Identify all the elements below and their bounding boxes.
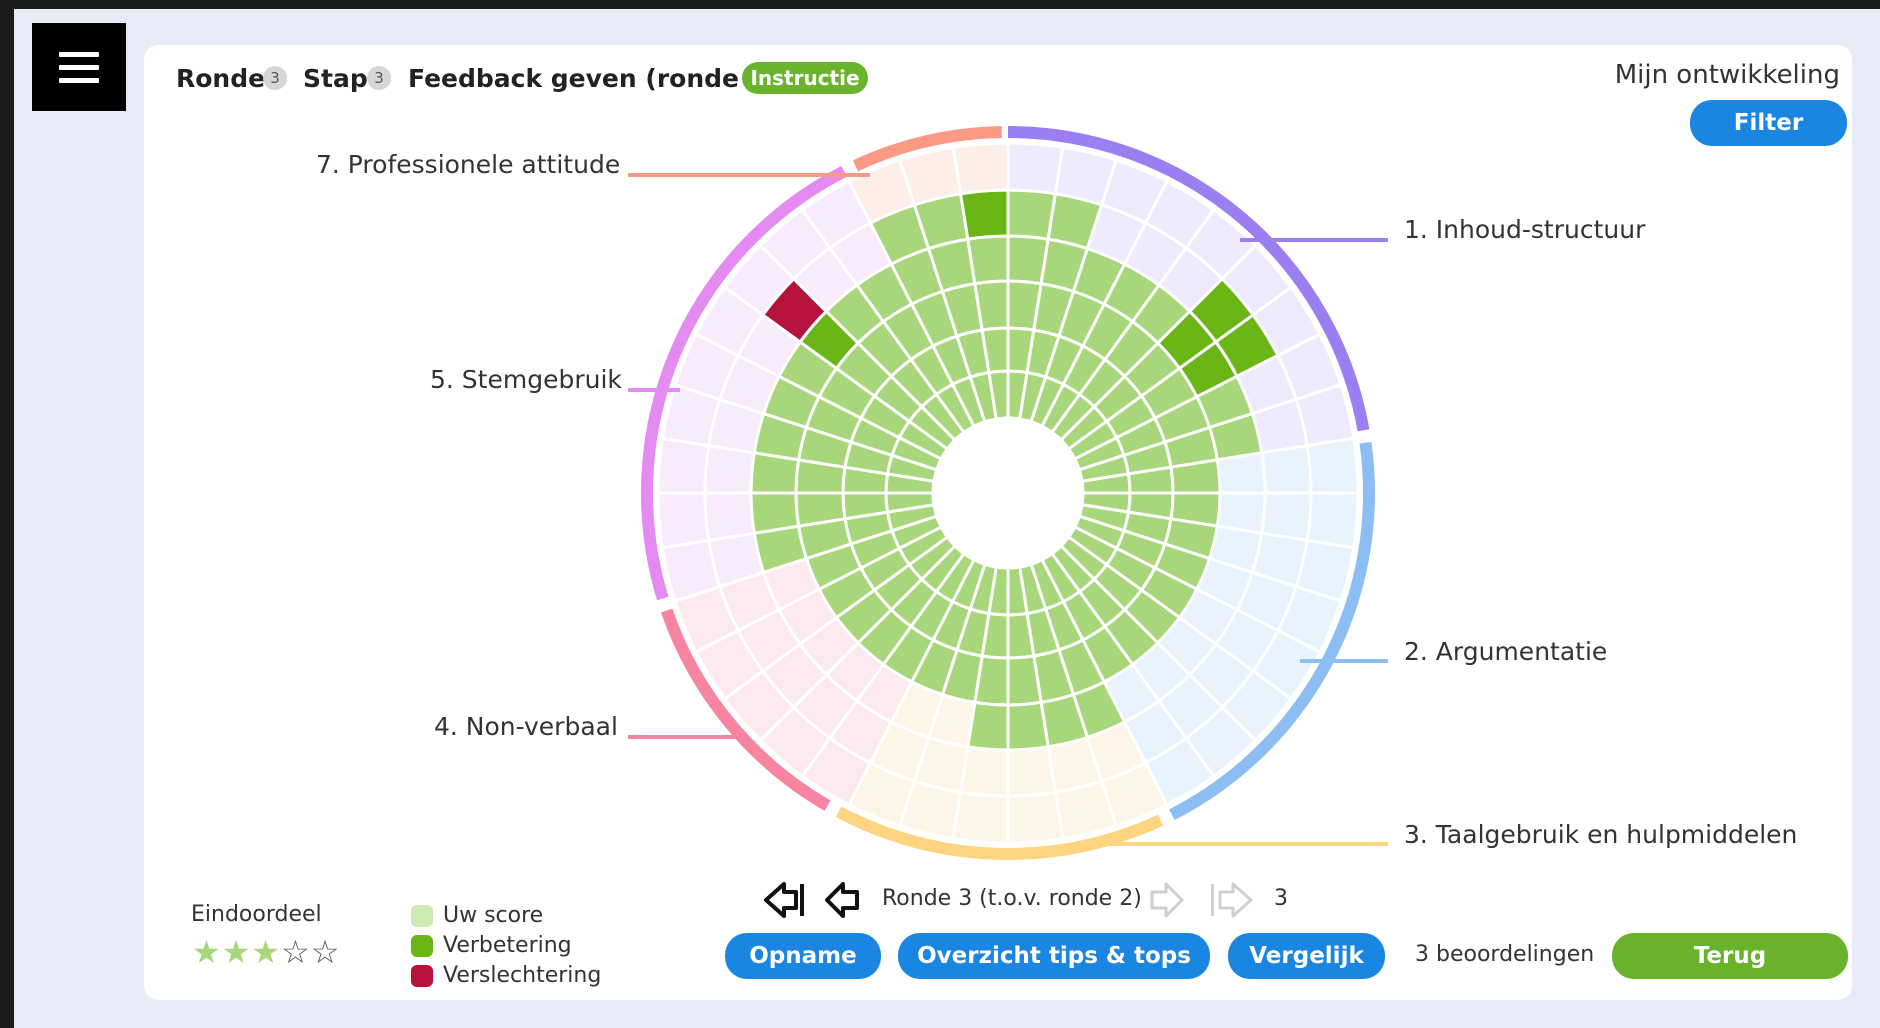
star-filled-icon: ★ <box>192 933 222 971</box>
wheel-cell <box>1260 443 1313 495</box>
legend-label-improvement: Verbetering <box>443 933 572 958</box>
category-label-non-verbaal: 4. Non-verbaal <box>434 712 618 741</box>
wheel-cell <box>951 141 1010 196</box>
wheel-cell <box>973 279 1010 332</box>
wheel-cell <box>1006 700 1050 752</box>
wheel-cell <box>1006 790 1065 845</box>
round-text: Ronde 3 (t.o.v. ronde 2) <box>882 886 1142 911</box>
wheel-cell <box>1006 745 1058 798</box>
arrow-first-icon[interactable] <box>762 880 808 920</box>
wheel-cell <box>1169 458 1222 495</box>
wheel-cell <box>1006 141 1065 196</box>
wheel-cell <box>794 491 847 528</box>
ratings-count: 3 beoordelingen <box>1415 942 1595 967</box>
wheel-cell <box>749 491 801 535</box>
wheel-cell <box>703 491 756 543</box>
overview-tips-tops-button[interactable]: Overzicht tips & tops <box>898 933 1210 979</box>
category-label-professionele-attitude: 7. Professionele attitude <box>316 150 621 179</box>
wheel-cell <box>966 234 1010 286</box>
wheel-cell <box>656 436 711 495</box>
wheel-cell <box>1305 436 1360 495</box>
arrow-right-icon[interactable] <box>1146 880 1186 920</box>
score-wheel <box>628 126 1388 860</box>
legend-swatch-score <box>411 905 433 927</box>
star-filled-icon: ★ <box>251 933 282 971</box>
wheel-cell <box>951 790 1010 845</box>
legend-swatch-decline <box>411 965 433 987</box>
opname-button[interactable]: Opname <box>725 933 881 979</box>
category-label-inhoud-structuur: 1. Inhoud-structuur <box>1404 215 1646 244</box>
rating-stars: ★★★☆☆ <box>192 934 340 970</box>
wheel-cell <box>1305 491 1360 550</box>
wheel-center <box>934 419 1082 567</box>
wheel-cell <box>656 491 711 550</box>
compare-button[interactable]: Vergelijk <box>1228 933 1385 979</box>
category-label-argumentatie: 2. Argumentatie <box>1404 637 1608 666</box>
legend-label-decline: Verslechtering <box>443 963 602 988</box>
legend-swatch-improvement <box>411 935 433 957</box>
round-number: 3 <box>1274 886 1288 911</box>
wheel-cell <box>1215 451 1267 495</box>
star-filled-icon: ★ <box>221 933 252 971</box>
wheel-cell <box>958 188 1010 241</box>
eindoordeel-label: Eindoordeel <box>191 902 322 927</box>
arrow-last-icon[interactable] <box>1209 880 1255 920</box>
wheel-cell <box>1006 654 1043 707</box>
star-empty-icon: ☆ <box>281 933 311 971</box>
arrow-left-icon[interactable] <box>823 880 863 920</box>
category-label-taalgebruik: 3. Taalgebruik en hulpmiddelen <box>1404 820 1798 849</box>
category-label-stemgebruik: 5. Stemgebruik <box>430 365 622 394</box>
back-button[interactable]: Terug <box>1612 933 1848 979</box>
legend-label-score: Uw score <box>443 903 544 928</box>
star-empty-icon: ☆ <box>310 933 341 971</box>
